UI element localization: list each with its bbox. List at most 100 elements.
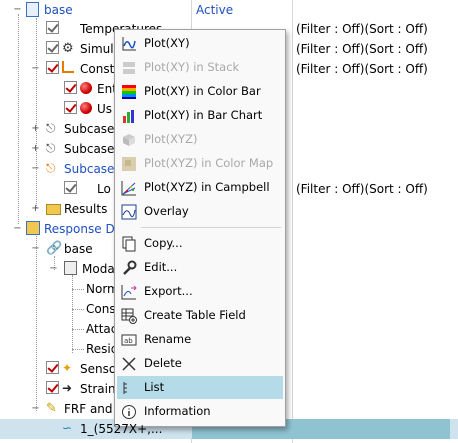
subcase-active-icon: ⎋	[46, 161, 56, 175]
menu-item-information[interactable]: Information	[117, 400, 283, 423]
tree-row-label: base	[64, 242, 93, 256]
model-icon	[26, 2, 39, 17]
overlay-icon	[121, 204, 137, 220]
tree-row-label: 1_(5527X+,...	[80, 422, 163, 436]
collapse-icon[interactable]: −	[49, 264, 58, 274]
subcase-icon: ⎋	[46, 121, 56, 135]
plot-stack-icon	[123, 62, 135, 74]
subcase-icon: ⎋	[46, 141, 56, 155]
menu-item-label: Plot(XY) in Stack	[144, 60, 240, 74]
tree-row-label: Strain	[80, 382, 116, 396]
tree-row-label: Response Dy	[44, 222, 122, 236]
tree-connector	[72, 289, 84, 290]
status-dot-icon	[80, 82, 92, 94]
menu-item-label: Copy...	[144, 236, 183, 250]
sensor-icon: ✦	[62, 361, 73, 375]
collapse-icon[interactable]: −	[31, 404, 40, 414]
menu-item-export[interactable]: Export...	[117, 280, 283, 303]
plot-xy-icon	[122, 37, 136, 51]
status-value: Active	[196, 3, 234, 17]
collapse-icon[interactable]: −	[13, 224, 22, 234]
checkbox[interactable]	[46, 361, 59, 374]
delete-icon	[122, 357, 136, 371]
menu-item-label: Create Table Field	[144, 308, 246, 322]
expand-icon[interactable]: +	[31, 204, 40, 214]
copy-icon	[122, 236, 136, 252]
tree-connector	[72, 309, 84, 310]
constraint-icon	[62, 61, 74, 73]
filter-sort-status: (Filter : Off)(Sort : Off)	[296, 62, 428, 76]
tree-row-label: Lo	[97, 182, 111, 196]
menu-item-list[interactable]: List	[117, 376, 283, 399]
tree-connector	[72, 329, 84, 330]
menu-item-plot-xyz[interactable]: Plot(XYZ)	[117, 128, 283, 151]
expand-icon[interactable]: +	[31, 124, 40, 134]
info-icon	[122, 405, 136, 419]
collapse-icon[interactable]: −	[31, 64, 40, 74]
menu-item-rename[interactable]: ab Rename	[117, 328, 283, 351]
menu-item-plot-xy[interactable]: Plot(XY)	[117, 32, 283, 55]
menu-item-label: Plot(XY) in Color Bar	[144, 84, 261, 98]
tree-row-base[interactable]: − base Active	[0, 0, 458, 20]
collapse-icon[interactable]: −	[31, 244, 40, 254]
menu-item-overlay[interactable]: Overlay	[117, 200, 283, 223]
menu-separator	[141, 227, 281, 228]
checkbox[interactable]	[46, 381, 59, 394]
tree-row-label: Subcase	[64, 162, 115, 176]
tree-row-label: Moda	[82, 262, 115, 276]
link-icon: 🔗	[46, 241, 63, 256]
rename-icon: ab	[121, 334, 137, 346]
tree-row-label: Attac	[86, 322, 118, 336]
frf-icon: ✎	[46, 401, 57, 416]
menu-item-label: Delete	[144, 356, 182, 370]
color-map-icon	[122, 157, 136, 171]
folder-icon	[46, 204, 61, 215]
expand-icon[interactable]: +	[31, 144, 40, 154]
svg-text:ab: ab	[124, 337, 133, 345]
menu-item-copy[interactable]: Copy...	[117, 232, 283, 255]
menu-item-color-bar[interactable]: Plot(XY) in Color Bar	[117, 80, 283, 103]
menu-item-label: Plot(XY)	[144, 36, 190, 50]
menu-item-campbell[interactable]: Plot(XYZ) in Campbell	[117, 176, 283, 199]
tree-row-label: Subcase	[64, 122, 115, 136]
checkbox[interactable]	[46, 41, 59, 54]
collapse-icon[interactable]: −	[31, 164, 40, 174]
tree-row-label: Us	[97, 102, 113, 116]
list-icon	[123, 382, 127, 394]
menu-item-delete[interactable]: Delete	[117, 352, 283, 375]
collapse-icon[interactable]: −	[13, 5, 22, 15]
response-model-icon	[26, 221, 40, 235]
menu-item-plot-xy-stack[interactable]: Plot(XY) in Stack	[117, 56, 283, 79]
menu-item-label: Export...	[144, 284, 193, 298]
plot-xyz-icon	[123, 134, 135, 146]
menu-item-label: Rename	[144, 332, 192, 346]
filter-sort-status: (Filter : Off)(Sort : Off)	[296, 182, 428, 196]
menu-item-label: Plot(XYZ) in Color Map	[144, 156, 274, 170]
curve-icon: ∽	[62, 421, 73, 435]
checkbox[interactable]	[64, 181, 77, 194]
wrench-icon	[123, 260, 137, 275]
menu-item-color-map[interactable]: Plot(XYZ) in Color Map	[117, 152, 283, 175]
tree-row-label: Cons	[86, 302, 116, 316]
tree-row-label: Subcase	[64, 142, 115, 156]
color-bar-icon	[122, 85, 136, 99]
menu-item-label: Information	[144, 404, 211, 418]
tree-row-label: Results	[64, 202, 108, 216]
menu-item-edit[interactable]: Edit...	[117, 256, 283, 279]
checkbox[interactable]	[46, 61, 59, 74]
filter-sort-status: (Filter : Off)(Sort : Off)	[296, 42, 428, 56]
tree-row-label: Senso	[80, 362, 117, 376]
menu-item-label: List	[144, 380, 165, 394]
campbell-icon	[121, 181, 136, 196]
menu-item-create-table-field[interactable]: Create Table Field	[117, 304, 283, 327]
context-menu: Plot(XY) Plot(XY) in Stack Plot(XY) in C…	[114, 29, 286, 427]
checkbox[interactable]	[46, 21, 59, 34]
strain-arrow-icon: ➜	[62, 381, 73, 395]
tree-connector	[72, 349, 84, 350]
checkbox[interactable]	[64, 101, 77, 114]
menu-item-label: Plot(XYZ) in Campbell	[144, 180, 270, 194]
tree-row-label: base	[44, 3, 73, 17]
menu-item-bar-chart[interactable]: Plot(XY) in Bar Chart	[117, 104, 283, 127]
checkbox[interactable]	[64, 81, 77, 94]
menu-item-label: Plot(XY) in Bar Chart	[144, 108, 263, 122]
